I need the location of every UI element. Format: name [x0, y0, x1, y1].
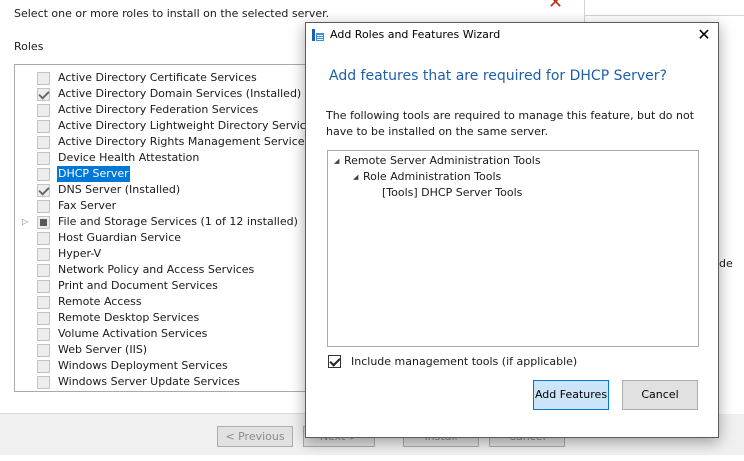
include-management-tools-option[interactable]: Include management tools (if applicable): [328, 353, 577, 369]
required-features-tree[interactable]: ◢ Remote Server Administration Tools ◢ Role…: [327, 150, 699, 347]
role-item[interactable]: Active Directory Certificate Services: [15, 70, 318, 86]
role-checkbox[interactable]: [37, 312, 50, 325]
role-item[interactable]: DNS Server (Installed): [15, 182, 318, 198]
role-label: Active Directory Domain Services (Instal…: [58, 87, 302, 100]
expand-arrow-icon[interactable]: ▷: [22, 216, 30, 228]
role-label: Active Directory Lightweight Directory S…: [58, 119, 319, 132]
role-item[interactable]: Volume Activation Services: [15, 326, 318, 342]
role-checkbox[interactable]: [37, 344, 50, 357]
role-label: Remote Access: [58, 295, 142, 308]
tree-node-label: Role Administration Tools: [363, 170, 502, 183]
role-item[interactable]: Fax Server: [15, 198, 318, 214]
tree-node[interactable]: ◢ Remote Server Administration Tools: [334, 153, 541, 169]
bottom-strip: [0, 455, 744, 461]
roles-heading: Roles: [14, 40, 44, 53]
role-checkbox[interactable]: [37, 360, 50, 373]
dialog-cancel-button[interactable]: Cancel: [622, 380, 698, 410]
right-pane-header: [585, 0, 744, 16]
role-checkbox[interactable]: [37, 72, 50, 85]
role-label: DHCP Server: [57, 166, 130, 182]
close-icon[interactable]: ✕: [690, 23, 718, 48]
role-checkbox[interactable]: [37, 200, 50, 213]
dialog-heading: Add features that are required for DHCP …: [329, 68, 667, 84]
dialog-titlebar[interactable]: Add Roles and Features Wizard ✕: [306, 23, 718, 49]
add-features-button[interactable]: Add Features: [533, 380, 609, 410]
role-checkbox[interactable]: [37, 216, 50, 229]
role-checkbox[interactable]: [37, 376, 50, 389]
role-item[interactable]: Windows Deployment Services: [15, 358, 318, 374]
role-checkbox[interactable]: [37, 104, 50, 117]
role-item[interactable]: Remote Desktop Services: [15, 310, 318, 326]
role-item[interactable]: Windows Server Update Services: [15, 374, 318, 390]
role-item[interactable]: Host Guardian Service: [15, 230, 318, 246]
role-label: Windows Deployment Services: [58, 359, 228, 372]
role-label: Network Policy and Access Services: [58, 263, 255, 276]
role-label: Active Directory Rights Management Servi…: [58, 135, 311, 148]
role-label: Windows Server Update Services: [58, 375, 240, 388]
role-label: Fax Server: [58, 199, 117, 212]
role-item[interactable]: ▷ File and Storage Services (1 of 12 inst…: [15, 214, 318, 230]
tree-node[interactable]: [Tools] DHCP Server Tools: [372, 185, 522, 201]
role-checkbox[interactable]: [37, 120, 50, 133]
role-label: Device Health Attestation: [58, 151, 200, 164]
include-management-tools-checkbox[interactable]: [328, 354, 341, 368]
role-checkbox[interactable]: [37, 328, 50, 341]
role-label: DNS Server (Installed): [58, 183, 181, 196]
roles-instruction-text: Select one or more roles to install on t…: [14, 7, 330, 20]
role-item[interactable]: Network Policy and Access Services: [15, 262, 318, 278]
role-item[interactable]: Active Directory Federation Services: [15, 102, 318, 118]
include-management-tools-label: Include management tools (if applicable): [351, 354, 578, 368]
tree-node-label: [Tools] DHCP Server Tools: [382, 186, 523, 199]
role-item[interactable]: Device Health Attestation: [15, 150, 318, 166]
previous-button[interactable]: < Previous: [217, 426, 293, 447]
role-label: Print and Document Services: [58, 279, 218, 292]
role-item[interactable]: Remote Access: [15, 294, 318, 310]
role-label: Volume Activation Services: [58, 327, 208, 340]
collapse-arrow-icon[interactable]: ◢: [353, 169, 363, 185]
role-checkbox[interactable]: [37, 152, 50, 165]
role-checkbox[interactable]: [37, 136, 50, 149]
role-item[interactable]: DHCP Server: [15, 166, 318, 182]
dialog-description: The following tools are required to mana…: [326, 109, 695, 138]
roles-list[interactable]: Active Directory Certificate Services Act…: [14, 64, 319, 392]
role-item[interactable]: Active Directory Domain Services (Instal…: [15, 86, 318, 102]
description-pane-text: de: [719, 257, 733, 270]
role-checkbox[interactable]: [37, 88, 50, 101]
role-label: Active Directory Federation Services: [58, 103, 259, 116]
role-item[interactable]: Print and Document Services: [15, 278, 318, 294]
role-item[interactable]: Active Directory Lightweight Directory S…: [15, 118, 318, 134]
role-label: File and Storage Services (1 of 12 insta…: [58, 215, 298, 228]
role-item[interactable]: Active Directory Rights Management Servi…: [15, 134, 318, 150]
tree-node-label: Remote Server Administration Tools: [344, 154, 541, 167]
dialog-title: Add Roles and Features Wizard: [330, 28, 501, 41]
role-label: Host Guardian Service: [58, 231, 182, 244]
role-checkbox[interactable]: [37, 168, 50, 181]
role-checkbox[interactable]: [37, 248, 50, 261]
role-checkbox[interactable]: [37, 184, 50, 197]
role-label: Active Directory Certificate Services: [58, 71, 257, 84]
error-x-icon: ✕: [548, 0, 564, 13]
collapse-arrow-icon[interactable]: ◢: [334, 153, 344, 169]
role-label: Hyper-V: [58, 247, 102, 260]
role-item[interactable]: Hyper-V: [15, 246, 318, 262]
role-item[interactable]: Web Server (IIS): [15, 342, 318, 358]
role-checkbox[interactable]: [37, 280, 50, 293]
role-checkbox[interactable]: [37, 296, 50, 309]
server-manager-icon: [312, 29, 324, 41]
tree-node[interactable]: ◢ Role Administration Tools: [353, 169, 501, 185]
role-label: Remote Desktop Services: [58, 311, 200, 324]
role-label: Web Server (IIS): [58, 343, 148, 356]
add-features-dialog: Add Roles and Features Wizard ✕ Add feat…: [305, 22, 719, 438]
role-checkbox[interactable]: [37, 232, 50, 245]
role-checkbox[interactable]: [37, 264, 50, 277]
